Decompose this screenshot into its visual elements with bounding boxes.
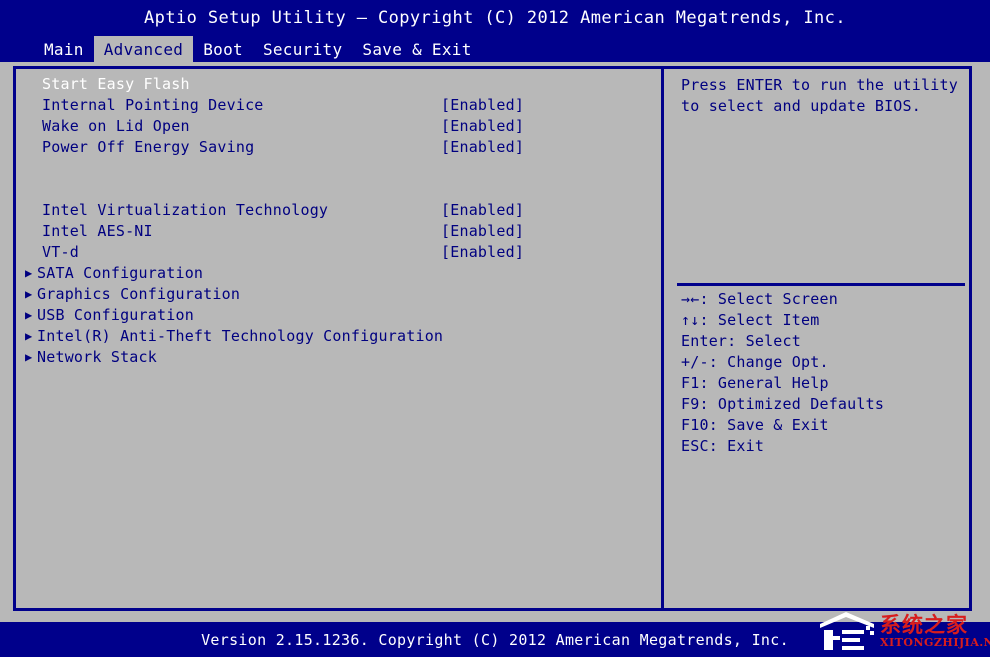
submenu-arrow-icon: ▶	[25, 328, 33, 343]
menu-item-network-stack[interactable]: ▶ Network Stack	[13, 346, 661, 367]
menu-spacer	[13, 157, 661, 178]
tab-bar: Main Advanced Boot Security Save & Exit	[0, 36, 990, 62]
legend-line: F1: General Help	[681, 374, 829, 392]
menu-item-power-off-energy-saving[interactable]: Power Off Energy Saving [Enabled]	[13, 136, 661, 157]
menu-item-vt-d[interactable]: VT-d [Enabled]	[13, 241, 661, 262]
tab-save-exit[interactable]: Save & Exit	[352, 36, 481, 62]
legend-line: →←: Select Screen	[681, 290, 838, 308]
legend-line: F9: Optimized Defaults	[681, 395, 885, 413]
submenu-arrow-icon: ▶	[25, 349, 33, 364]
menu-item-label: Network Stack	[37, 347, 157, 366]
menu-item-intel-r-anti-theft-technology-configuration[interactable]: ▶ Intel(R) Anti-Theft Technology Configur…	[13, 325, 661, 346]
menu-item-label: Intel AES-NI	[42, 221, 153, 240]
menu-item-value[interactable]: [Enabled]	[441, 201, 524, 219]
window-title: Aptio Setup Utility – Copyright (C) 2012…	[0, 0, 990, 36]
menu-item-wake-on-lid-open[interactable]: Wake on Lid Open [Enabled]	[13, 115, 661, 136]
menu-item-start-easy-flash[interactable]: Start Easy Flash	[13, 73, 661, 94]
menu-spacer	[13, 178, 661, 199]
tab-boot[interactable]: Boot	[193, 36, 253, 62]
menu-item-label: USB Configuration	[37, 305, 194, 324]
menu-item-intel-virtualization-technology[interactable]: Intel Virtualization Technology [Enabled]	[13, 199, 661, 220]
footer-version: Version 2.15.1236. Copyright (C) 2012 Am…	[0, 622, 990, 657]
legend-line: +/-: Change Opt.	[681, 353, 829, 371]
menu-item-value[interactable]: [Enabled]	[441, 117, 524, 135]
legend-line: F10: Save & Exit	[681, 416, 829, 434]
menu-item-label: Graphics Configuration	[37, 284, 241, 303]
submenu-arrow-icon: ▶	[25, 265, 33, 280]
menu-item-label: Start Easy Flash	[42, 74, 190, 93]
menu-item-label: Internal Pointing Device	[42, 95, 264, 114]
legend-line: ESC: Exit	[681, 437, 765, 455]
menu-item-value[interactable]: [Enabled]	[441, 96, 524, 114]
menu-item-label: Power Off Energy Saving	[42, 137, 255, 156]
legend-line: Enter: Select	[681, 332, 801, 350]
submenu-arrow-icon: ▶	[25, 286, 33, 301]
help-legend-divider	[677, 283, 965, 286]
submenu-arrow-icon: ▶	[25, 307, 33, 322]
menu-item-value[interactable]: [Enabled]	[441, 138, 524, 156]
help-text-line: Press ENTER to run the utility	[681, 76, 958, 94]
menu-item-usb-configuration[interactable]: ▶ USB Configuration	[13, 304, 661, 325]
menu-item-label: Wake on Lid Open	[42, 116, 190, 135]
menu-item-label: Intel Virtualization Technology	[42, 200, 329, 219]
menu-item-internal-pointing-device[interactable]: Internal Pointing Device [Enabled]	[13, 94, 661, 115]
tab-security[interactable]: Security	[253, 36, 352, 62]
tab-main[interactable]: Main	[34, 36, 94, 62]
menu-item-label: Intel(R) Anti-Theft Technology Configura…	[37, 326, 444, 345]
menu-item-label: SATA Configuration	[37, 263, 204, 282]
menu-item-graphics-configuration[interactable]: ▶ Graphics Configuration	[13, 283, 661, 304]
menu-item-value[interactable]: [Enabled]	[441, 222, 524, 240]
legend-line: ↑↓: Select Item	[681, 311, 820, 329]
settings-list: Start Easy Flash Internal Pointing Device…	[13, 66, 661, 611]
key-legend: →←: Select Screen ↑↓: Select Item Enter: S…	[664, 289, 972, 457]
bios-setup-screen: Aptio Setup Utility – Copyright (C) 2012…	[0, 0, 990, 657]
menu-item-intel-aes-ni[interactable]: Intel AES-NI [Enabled]	[13, 220, 661, 241]
tab-advanced[interactable]: Advanced	[93, 36, 194, 62]
help-text-line: to select and update BIOS.	[681, 97, 921, 115]
menu-item-label: VT-d	[42, 242, 79, 261]
menu-item-sata-configuration[interactable]: ▶ SATA Configuration	[13, 262, 661, 283]
menu-item-value[interactable]: [Enabled]	[441, 243, 524, 261]
